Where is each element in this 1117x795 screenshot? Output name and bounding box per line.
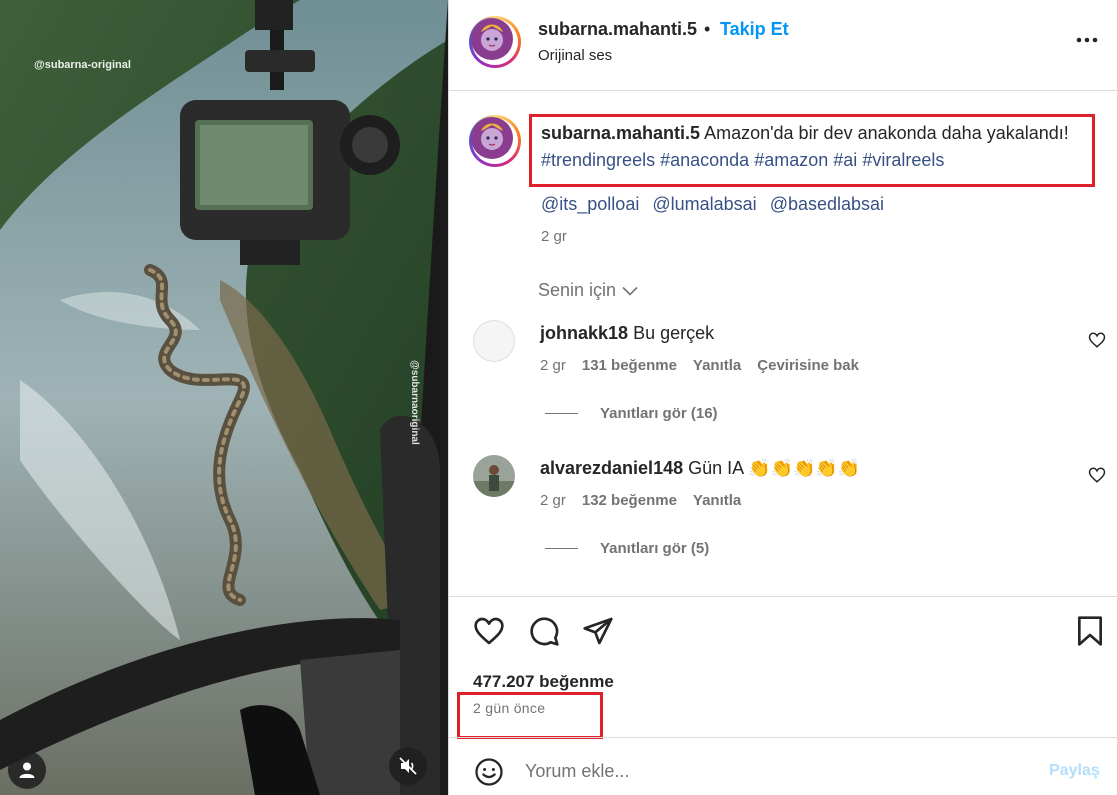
caption-time: 2 gr	[541, 228, 567, 245]
reply-line	[545, 548, 578, 549]
commenter-username[interactable]: johnakk18	[540, 323, 628, 343]
bookmark-icon[interactable]	[1075, 615, 1105, 647]
sort-label: Senin için	[538, 280, 617, 300]
mention-link[interactable]: @its_polloai	[541, 194, 639, 214]
likes-count[interactable]: 477.207 beğenme	[473, 672, 614, 692]
default-avatar-icon	[473, 320, 515, 362]
heart-icon[interactable]	[473, 615, 505, 647]
emoji-icon[interactable]	[474, 757, 504, 787]
audio-link[interactable]: Orijinal ses	[538, 47, 612, 64]
post-panel: subarna.mahanti.5 • Takip Et Orijinal se…	[448, 0, 1117, 795]
view-replies-button[interactable]: Yanıtları gör (16)	[545, 405, 718, 422]
chevron-down-icon	[622, 286, 638, 296]
reply-button[interactable]: Yanıtla	[693, 492, 741, 509]
comment-time: 2 gr	[540, 357, 566, 374]
comment-sort-dropdown[interactable]: Senin için	[538, 280, 638, 301]
reply-line	[545, 413, 578, 414]
comment-meta: 2 gr 132 beğenme Yanıtla	[540, 492, 757, 509]
author-username[interactable]: subarna.mahanti.5	[538, 19, 697, 40]
time-highlight-box	[457, 692, 603, 739]
comment-text: Bu gerçek	[633, 323, 715, 343]
commenter-avatar[interactable]	[473, 455, 515, 497]
translate-button[interactable]: Çevirisine bak	[757, 357, 859, 374]
view-replies-button[interactable]: Yanıtları gör (5)	[545, 540, 709, 557]
commenter-avatar[interactable]	[473, 320, 515, 362]
share-icon[interactable]	[582, 615, 614, 647]
watermark-top: @subarna-original	[34, 59, 131, 71]
view-replies-label: Yanıtları gör (16)	[600, 405, 718, 422]
mute-button[interactable]	[389, 747, 427, 785]
mentions-row: @its_polloai @lumalabsai @basedlabsai	[541, 194, 892, 215]
view-replies-label: Yanıtları gör (5)	[600, 540, 710, 557]
input-divider	[449, 737, 1117, 738]
comment-text: Gün IA 👏👏👏👏👏	[688, 458, 861, 478]
comment-likes[interactable]: 131 beğenme	[582, 357, 677, 374]
comment-input[interactable]	[525, 755, 1025, 787]
header-divider	[449, 90, 1117, 91]
mention-link[interactable]: @basedlabsai	[770, 194, 884, 214]
comment-meta: 2 gr 131 beğenme Yanıtla Çevirisine bak	[540, 357, 875, 374]
video-frame	[0, 0, 448, 795]
comment-icon[interactable]	[528, 615, 560, 647]
author-avatar[interactable]	[469, 16, 521, 68]
comment-like-icon[interactable]	[1088, 331, 1106, 349]
avatar-image	[473, 455, 515, 497]
comment-line: johnakk18 Bu gerçek	[540, 323, 714, 344]
actions-divider	[449, 596, 1117, 597]
mention-link[interactable]: @lumalabsai	[652, 194, 756, 214]
post-comment-button[interactable]: Paylaş	[1049, 762, 1100, 780]
comment-time: 2 gr	[540, 492, 566, 509]
commenter-username[interactable]: alvarezdaniel148	[540, 458, 683, 478]
watermark-side: @subarnaoriginal	[409, 360, 420, 445]
comment-line: alvarezdaniel148 Gün IA 👏👏👏👏👏	[540, 458, 860, 479]
separator-dot: •	[704, 19, 711, 39]
user-icon	[19, 762, 35, 778]
reply-button[interactable]: Yanıtla	[693, 357, 741, 374]
more-options-icon[interactable]	[1073, 28, 1101, 48]
follow-button[interactable]: Takip Et	[720, 19, 789, 40]
avatar-image	[471, 18, 513, 60]
reel-video[interactable]: @subarna-original @subarnaoriginal	[0, 0, 448, 795]
user-tag-button[interactable]	[8, 751, 46, 789]
caption-avatar[interactable]	[469, 115, 521, 167]
comment-like-icon[interactable]	[1088, 466, 1106, 484]
speaker-muted-icon	[399, 757, 417, 775]
avatar-image	[471, 117, 513, 159]
comment-likes[interactable]: 132 beğenme	[582, 492, 677, 509]
caption-highlight-box	[529, 114, 1095, 187]
